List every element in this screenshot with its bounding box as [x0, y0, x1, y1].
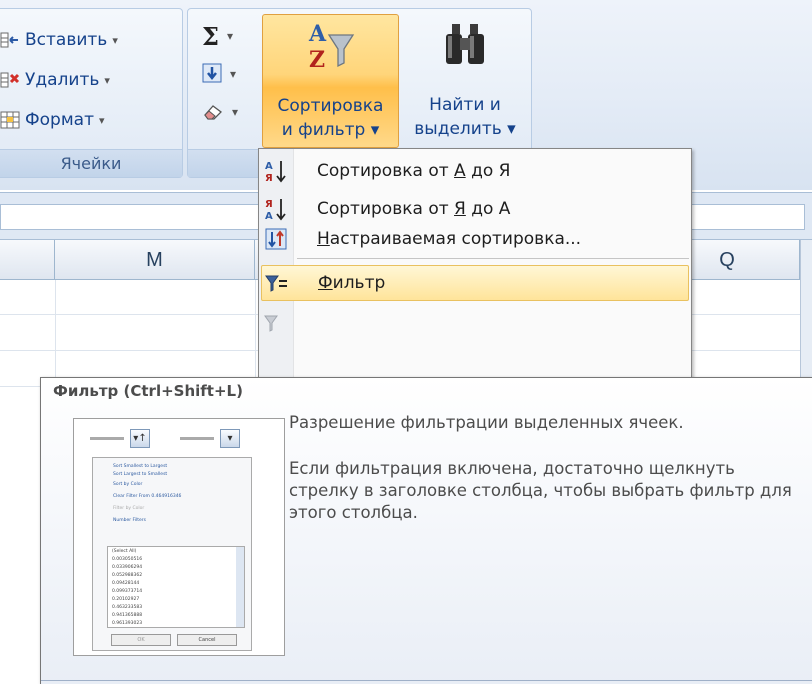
clear-filter-icon — [261, 308, 291, 338]
sort-z-to-a-icon: Я А — [261, 194, 291, 224]
preview-check-item: 0.09428144 — [112, 581, 140, 586]
delete-dropdown-icon: ▾ — [104, 73, 110, 87]
column-header-m[interactable]: M — [55, 240, 255, 280]
custom-sort-icon — [261, 224, 291, 254]
tooltip-description: Разрешение фильтрации выделенных ячеек. … — [289, 412, 799, 548]
menu-item-sort-a-to-z[interactable]: А Я Сортировка от А до Я — [261, 153, 689, 189]
menu-separator — [297, 258, 689, 259]
format-button[interactable]: Формат ▾ — [0, 105, 105, 135]
clear-button[interactable]: ▾ — [202, 96, 258, 128]
preview-scrollbar — [236, 547, 244, 627]
sort-and-filter-button[interactable]: A Z Сортировка и фильтр ▾ — [262, 14, 399, 148]
filter-tooltip: Фильтр (Ctrl+Shift+L) ▾↑ ▾ Sort Smallest… — [40, 377, 812, 684]
preview-header-row: ▾↑ ▾ — [90, 428, 270, 452]
delete-cells-icon — [0, 70, 20, 90]
fill-down-icon — [202, 63, 222, 86]
insert-dropdown-icon: ▾ — [112, 33, 118, 47]
cells-group-label: Ячейки — [0, 149, 182, 177]
preview-menu-line: Number Filters — [113, 518, 146, 523]
preview-check-item: 0.941365888 — [112, 613, 143, 618]
clear-dropdown-icon: ▾ — [232, 105, 239, 119]
svg-text:A: A — [308, 21, 327, 47]
autosum-button[interactable]: Σ ▾ — [202, 20, 258, 52]
menu-item-filter[interactable]: Фильтр — [261, 265, 689, 301]
menu-item-label: Сортировка от А до Я — [317, 161, 511, 181]
filter-icon — [262, 268, 292, 298]
sort-filter-menu: А Я Сортировка от А до Я Я А Сортировка … — [258, 148, 692, 380]
preview-check-item: 0.033906294 — [112, 565, 143, 570]
format-label: Формат — [25, 110, 94, 130]
preview-check-item: 0.463233583 — [112, 605, 143, 610]
column-header-l[interactable] — [0, 240, 55, 280]
insert-label: Вставить — [25, 30, 108, 50]
menu-item-custom-sort[interactable]: Настраиваемая сортировка... — [261, 221, 689, 257]
binoculars-icon — [442, 22, 488, 74]
tooltip-paragraph-1: Разрешение фильтрации выделенных ячеек. — [289, 413, 684, 432]
preview-menu-line: Sort by Color — [113, 482, 143, 487]
find-select-label-2: выделить ▾ — [414, 119, 516, 139]
svg-text:А: А — [265, 161, 273, 172]
svg-text:Z: Z — [309, 47, 325, 73]
menu-item-label: Фильтр — [318, 273, 386, 293]
preview-check-item: 0.052988362 — [112, 573, 143, 578]
autosum-icon: Σ — [202, 21, 219, 51]
preview-filter-dropdown-icon: ▾ — [220, 429, 240, 448]
format-cells-icon — [0, 110, 20, 130]
find-and-select-button[interactable]: Найти и выделить ▾ — [402, 14, 528, 148]
preview-check-item: 0.099373714 — [112, 589, 143, 594]
preview-cancel-button: Cancel — [177, 634, 237, 646]
delete-label: Удалить — [25, 70, 100, 90]
preview-check-item: 0.961393023 — [112, 621, 143, 626]
fill-button[interactable]: ▾ — [202, 58, 258, 90]
preview-check-item: 0.20102927 — [112, 597, 140, 602]
menu-item-clear-filter[interactable] — [261, 305, 689, 341]
eraser-icon — [202, 101, 224, 124]
tooltip-title: Фильтр (Ctrl+Shift+L) — [53, 382, 243, 400]
delete-button[interactable]: Удалить ▾ — [0, 65, 110, 95]
preview-menu-line: Filter by Color — [113, 506, 145, 511]
find-select-label-1: Найти и — [429, 95, 501, 115]
svg-text:Я: Я — [265, 173, 273, 184]
preview-check-item: (Select All) — [112, 549, 137, 554]
menu-item-label: Настраиваемая сортировка... — [317, 229, 582, 249]
preview-check-item: 0.003050516 — [112, 557, 143, 562]
cells-group: Вставить ▾ Удалить ▾ Формат ▾ Ячейки — [0, 8, 183, 178]
fill-dropdown-icon: ▾ — [230, 67, 237, 81]
preview-sort-dropdown-icon: ▾↑ — [130, 429, 150, 448]
preview-ok-button: OK — [111, 634, 171, 646]
tooltip-paragraph-2: Если фильтрация включена, достаточно щел… — [289, 459, 792, 522]
insert-button[interactable]: Вставить ▾ — [0, 25, 118, 55]
preview-filter-panel: Sort Smallest to Largest Sort Largest to… — [92, 457, 252, 651]
insert-cells-icon — [0, 30, 20, 50]
tooltip-footer — [41, 680, 812, 684]
menu-item-label: Сортировка от Я до А — [317, 199, 511, 219]
filter-preview-image: ▾↑ ▾ Sort Smallest to Largest Sort Large… — [73, 418, 285, 656]
preview-value-list: (Select All) 0.003050516 0.033906294 0.0… — [107, 546, 245, 628]
sort-filter-label-2: и фильтр ▾ — [281, 120, 380, 140]
preview-menu-line: Sort Largest to Smallest — [113, 472, 168, 477]
preview-menu-line: Clear Filter From 0.464916346 — [113, 494, 182, 499]
preview-menu-line: Sort Smallest to Largest — [113, 464, 168, 469]
svg-text:Я: Я — [265, 199, 273, 210]
sort-filter-icon: A Z — [305, 19, 355, 81]
sort-filter-label-1: Сортировка — [277, 96, 384, 116]
sort-a-to-z-icon: А Я — [261, 156, 291, 186]
format-dropdown-icon: ▾ — [98, 113, 105, 127]
autosum-dropdown-icon: ▾ — [226, 29, 233, 43]
